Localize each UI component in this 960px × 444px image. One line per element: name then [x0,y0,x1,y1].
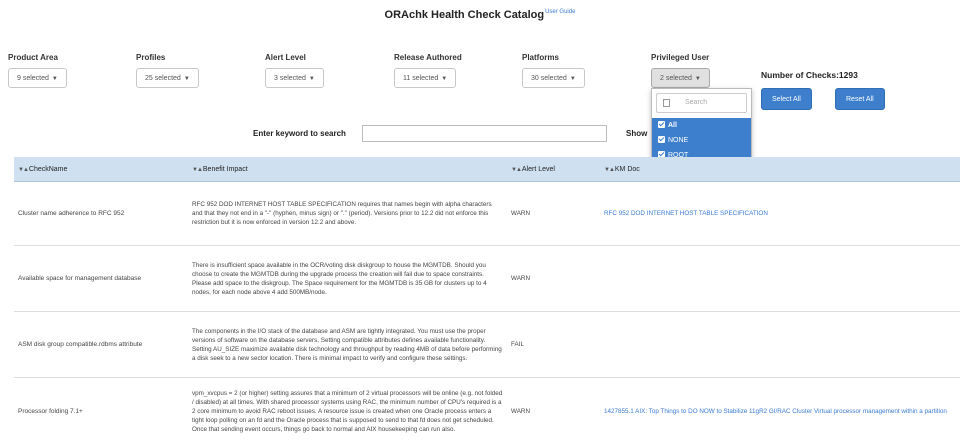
column-title: Benefit Impact [202,165,248,173]
filter-product-area: Product Area 9 selected ▼ [8,53,67,88]
product-area-dropdown[interactable]: 9 selected ▼ [8,68,67,88]
alert-level-dropdown[interactable]: 3 selected ▼ [265,68,324,88]
privileged-user-menu: Search All NONE ROOT [651,88,752,167]
km-doc-link[interactable] [600,245,960,312]
page-title: ORAchk Health Check CatalogUser Guide [0,9,960,21]
option-none[interactable]: NONE [658,135,688,147]
dropdown-value: 25 selected [145,75,181,82]
filter-label: Product Area [8,53,58,62]
column-title: Alert Level [521,165,555,173]
user-guide-link[interactable]: User Guide [545,9,575,15]
caret-down-icon: ▼ [441,76,448,82]
filter-label: Alert Level [265,53,306,62]
filter-label: Release Authored [394,53,462,62]
option-label: All [668,122,677,129]
select-all-button[interactable]: Select All [761,88,812,110]
reset-all-button[interactable]: Reset All [835,88,885,110]
column-title: CheckName [28,165,68,173]
keyword-label: Enter keyword to search [253,129,346,138]
sort-arrows-icon[interactable]: ▼▲ [192,167,203,173]
sort-arrows-icon[interactable]: ▼▲ [18,167,29,173]
column-title: KM Doc [614,165,640,173]
sort-arrows-icon[interactable]: ▼▲ [511,167,522,173]
dropdown-value: 9 selected [17,75,49,82]
platforms-dropdown[interactable]: 30 selected ▼ [522,68,585,88]
caret-down-icon: ▼ [51,76,58,82]
profiles-dropdown[interactable]: 25 selected ▼ [136,68,199,88]
table-row: Available space for management database … [14,245,960,312]
sort-arrows-icon[interactable]: ▼▲ [604,167,615,173]
caret-down-icon: ▼ [183,76,190,82]
check-name-cell: Available space for management database [14,245,188,312]
checkbox-checked-icon[interactable] [658,121,665,128]
filter-privileged-user: Privileged User 2 selected ▼ [651,53,710,88]
check-name-cell: Cluster name adherence to RFC 952 [14,181,188,246]
column-header-benefit-impact[interactable]: ▼▲Benefit Impact [188,157,507,182]
alert-level-cell: WARN [507,377,600,444]
filter-label: Profiles [136,53,166,62]
caret-down-icon: ▼ [569,76,576,82]
option-all[interactable]: All [658,120,677,132]
dropdown-value: 11 selected [403,75,439,82]
alert-level-cell: WARN [507,245,600,312]
checkbox-checked-icon[interactable] [658,136,665,143]
release-authored-dropdown[interactable]: 11 selected ▼ [394,68,457,88]
dropdown-value: 2 selected [660,75,692,82]
alert-level-cell: FAIL [507,311,600,378]
column-header-alert-level[interactable]: ▼▲Alert Level [507,157,600,182]
benefit-impact-cell: The components in the I/O stack of the d… [188,311,507,378]
filter-label: Privileged User [651,53,710,62]
dropdown-value: 30 selected [531,75,567,82]
benefit-impact-cell: vpm_xvcpus = 2 (or higher) setting assur… [188,377,507,444]
table-header-row: ▼▲CheckName ▼▲Benefit Impact ▼▲Alert Lev… [14,157,960,182]
privileged-user-dropdown[interactable]: 2 selected ▼ [651,68,710,88]
table-row: ASM disk group compatible.rdbms attribut… [14,311,960,378]
benefit-impact-cell: There is insufficient space available in… [188,245,507,312]
dropdown-value: 3 selected [274,75,306,82]
search-placeholder: Search [685,99,708,106]
filter-platforms: Platforms 30 selected ▼ [522,53,585,88]
alert-level-cell: WARN [507,181,600,246]
caret-down-icon: ▼ [694,76,701,82]
filter-profiles: Profiles 25 selected ▼ [136,53,199,88]
column-header-checkname[interactable]: ▼▲CheckName [14,157,188,182]
filter-label: Platforms [522,53,559,62]
show-label: Show [626,129,648,138]
km-doc-link[interactable] [600,311,960,378]
caret-down-icon: ▼ [308,76,315,82]
keyword-search-input[interactable] [362,125,607,142]
number-of-checks: Number of Checks:1293 [761,70,858,80]
column-header-km-doc[interactable]: ▼▲KM Doc [600,157,960,182]
table-row: Cluster name adherence to RFC 952 RFC 95… [14,181,960,246]
page-title-text: ORAchk Health Check Catalog [384,9,545,21]
option-label: NONE [668,137,689,144]
filter-alert-level: Alert Level 3 selected ▼ [265,53,324,88]
checks-table: ▼▲CheckName ▼▲Benefit Impact ▼▲Alert Lev… [14,157,960,444]
km-doc-link[interactable]: RFC 952 DOD INTERNET HOST TABLE SPECIFIC… [600,181,960,246]
check-name-cell: ASM disk group compatible.rdbms attribut… [14,311,188,378]
table-row: Processor folding 7.1+ vpm_xvcpus = 2 (o… [14,377,960,444]
benefit-impact-cell: RFC 952 DOD INTERNET HOST TABLE SPECIFIC… [188,181,507,246]
clear-filter-icon[interactable] [663,99,670,107]
check-name-cell: Processor folding 7.1+ [14,377,188,444]
dropdown-search-input[interactable]: Search [656,93,747,113]
km-doc-link[interactable]: 1427855.1 AIX: Top Things to DO NOW to S… [600,377,960,444]
filter-release-authored: Release Authored 11 selected ▼ [394,53,462,88]
